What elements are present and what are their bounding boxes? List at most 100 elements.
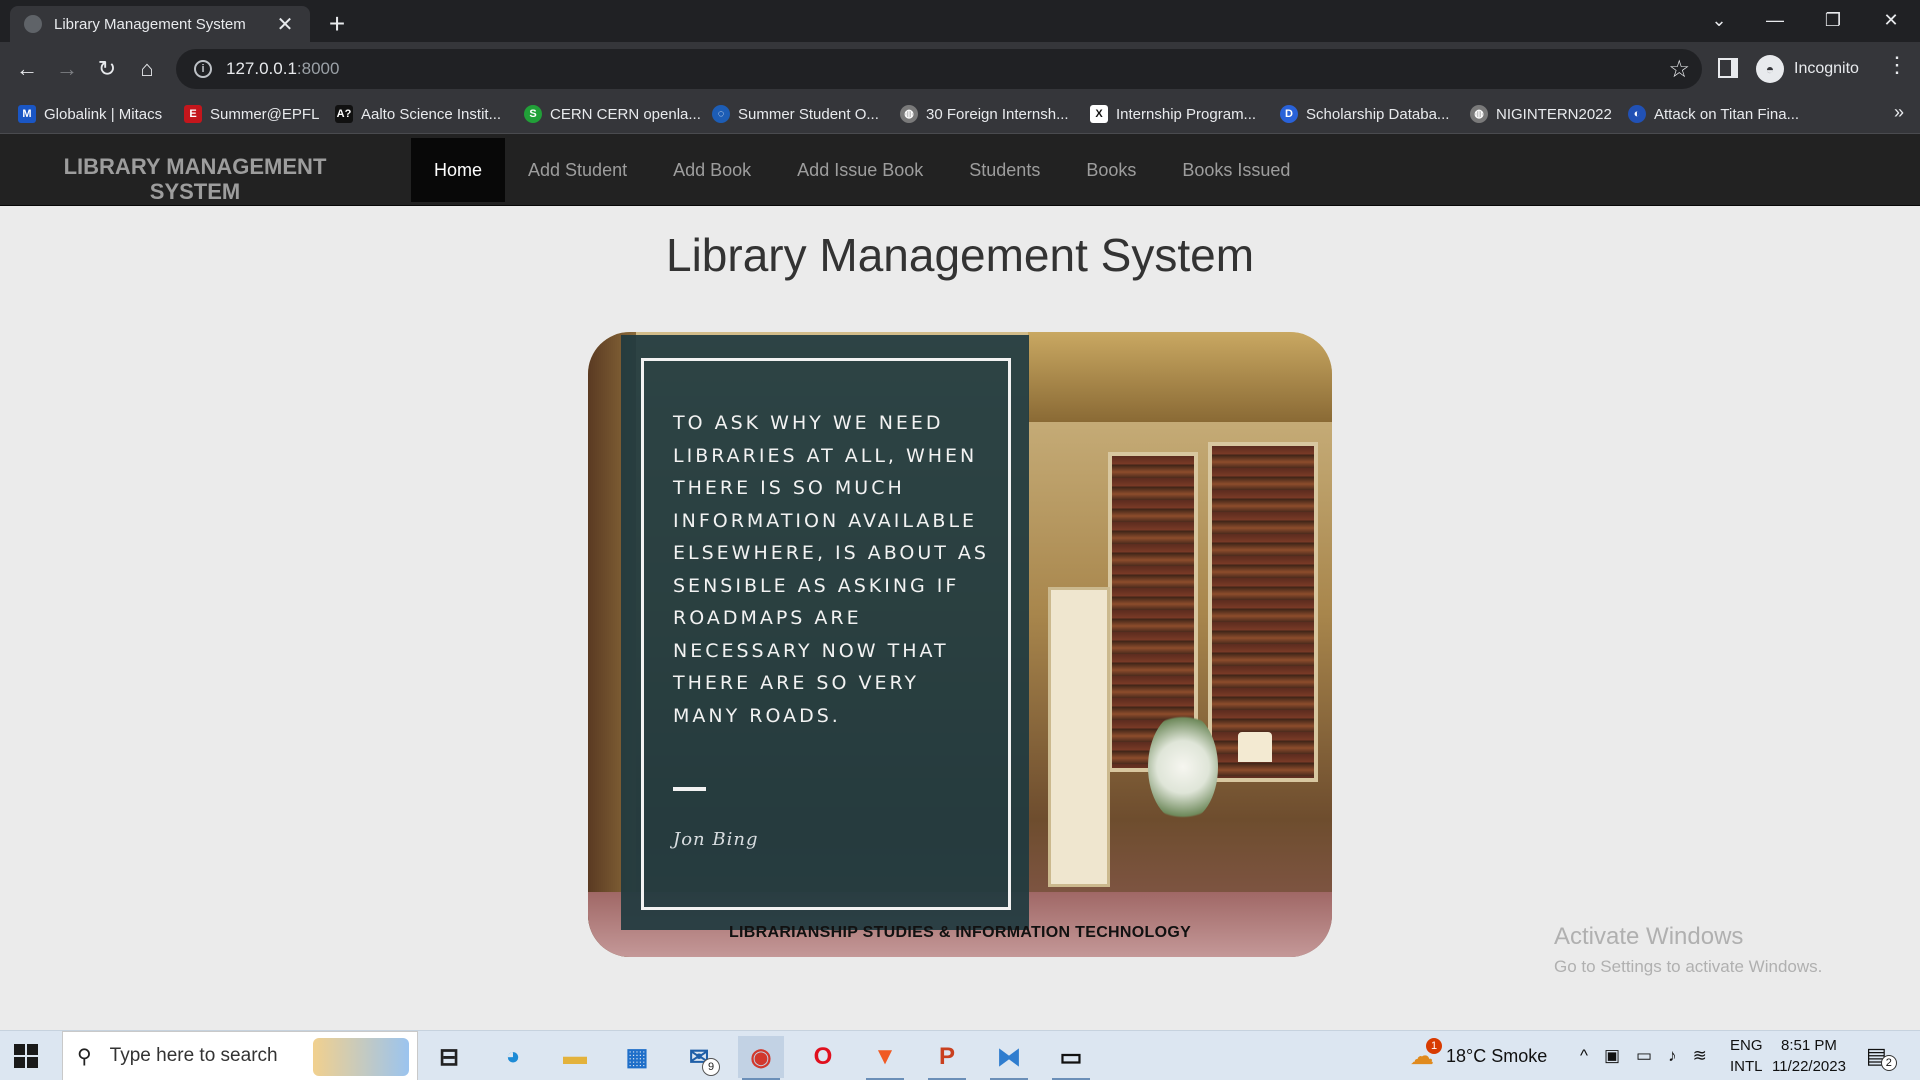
- reload-icon[interactable]: ↻: [90, 52, 124, 86]
- quote-divider: [673, 787, 706, 791]
- lang-bottom: INTL: [1730, 1058, 1763, 1075]
- nav-links: Home Add Student Add Book Add Issue Book…: [411, 138, 1313, 202]
- bookmark-item[interactable]: D Scholarship Databa...: [1280, 96, 1449, 132]
- side-panel-icon[interactable]: [1718, 58, 1738, 78]
- nav-home[interactable]: Home: [411, 138, 506, 202]
- activate-windows-watermark: Activate Windows Go to Settings to activ…: [1554, 923, 1822, 977]
- bookmark-item[interactable]: A? Aalto Science Instit...: [335, 96, 501, 132]
- taskbar-search-box[interactable]: ⚲ Type here to search: [62, 1031, 418, 1080]
- globe-icon: ◍: [900, 105, 918, 123]
- weather-widget[interactable]: ☁ 1 18°C Smoke: [1410, 1031, 1547, 1080]
- mail-icon[interactable]: ✉ 9: [676, 1036, 722, 1078]
- windows-taskbar: ⚲ Type here to search ⊟ ◕ ▬ ▦ ✉ 9 ◉ O ▼ P…: [0, 1030, 1920, 1080]
- watermark-title: Activate Windows: [1554, 923, 1744, 950]
- address-bar[interactable]: i 127.0.0.1 :8000 ☆: [176, 49, 1702, 89]
- clock[interactable]: 8:51 PM 11/22/2023: [1772, 1031, 1846, 1080]
- bookmark-label: Aalto Science Instit...: [361, 105, 502, 123]
- brave-icon[interactable]: ▼: [862, 1036, 908, 1080]
- close-window-button[interactable]: ✕: [1868, 4, 1914, 36]
- microsoft-store-icon[interactable]: ▦: [614, 1036, 660, 1078]
- more-bookmarks-icon[interactable]: »: [1894, 102, 1904, 123]
- task-view-icon[interactable]: ⊟: [426, 1036, 472, 1078]
- globe-icon: ◍: [1470, 105, 1488, 123]
- site-info-icon[interactable]: i: [194, 60, 212, 78]
- weather-icon: ☁ 1: [1410, 1037, 1442, 1071]
- windows-start-icon[interactable]: [14, 1044, 38, 1068]
- meet-now-icon[interactable]: ▣: [1604, 1046, 1620, 1066]
- nav-add-book[interactable]: Add Book: [650, 138, 774, 202]
- back-arrow-icon[interactable]: ←: [10, 52, 44, 86]
- terminal-icon[interactable]: ▭: [1048, 1036, 1094, 1080]
- bookmark-label: NIGINTERN2022: [1496, 105, 1612, 123]
- minimize-button[interactable]: —: [1752, 4, 1798, 36]
- opera-icon[interactable]: O: [800, 1036, 846, 1078]
- close-tab-icon[interactable]: ✕: [274, 12, 296, 37]
- site-navbar: LIBRARY MANAGEMENT SYSTEM Home Add Stude…: [0, 134, 1920, 206]
- nav-add-issue-book[interactable]: Add Issue Book: [774, 138, 946, 202]
- bookmark-item[interactable]: ◍ 30 Foreign Internsh...: [900, 96, 1069, 132]
- image-lamp: [1238, 732, 1272, 762]
- chrome-icon[interactable]: ◉: [738, 1036, 784, 1080]
- home-icon[interactable]: ⌂: [130, 52, 164, 86]
- bookmark-label: Globalink | Mitacs: [44, 105, 163, 123]
- incognito-icon: ◓: [1756, 55, 1784, 83]
- bookmark-item[interactable]: M Globalink | Mitacs: [18, 96, 162, 132]
- edge-icon[interactable]: ◕: [490, 1036, 536, 1078]
- image-bookshelf: [1208, 442, 1318, 782]
- notification-center-icon[interactable]: ▤ 2: [1866, 1031, 1897, 1080]
- web-page: LIBRARY MANAGEMENT SYSTEM Home Add Stude…: [0, 134, 1920, 1030]
- image-ceiling: [1028, 332, 1332, 422]
- url-port: :8000: [296, 59, 340, 78]
- quote-panel: TO ASK WHY WE NEED LIBRARIES AT ALL, WHE…: [621, 335, 1029, 930]
- file-explorer-icon[interactable]: ▬: [552, 1036, 598, 1078]
- battery-icon[interactable]: ▭: [1636, 1046, 1652, 1066]
- aalto-icon: A?: [335, 105, 353, 123]
- bookmark-item[interactable]: X Internship Program...: [1090, 96, 1256, 132]
- bookmark-item[interactable]: ◐ Attack on Titan Fina...: [1628, 96, 1799, 132]
- bookmark-label: Scholarship Databa...: [1306, 105, 1450, 123]
- browser-tab[interactable]: Library Management System ✕: [10, 6, 310, 42]
- profile-label: Incognito: [1794, 60, 1859, 77]
- bookmark-item[interactable]: E Summer@EPFL: [184, 96, 319, 132]
- epfl-icon: E: [184, 105, 202, 123]
- quote-author: Jon Bing: [673, 829, 759, 850]
- volume-icon[interactable]: ♪: [1668, 1046, 1677, 1066]
- more-menu-icon[interactable]: ⋮: [1882, 52, 1912, 78]
- site-brand[interactable]: LIBRARY MANAGEMENT SYSTEM: [40, 154, 350, 204]
- bookmark-star-icon[interactable]: ☆: [1668, 55, 1690, 84]
- nav-books-issued[interactable]: Books Issued: [1159, 138, 1313, 202]
- powerpoint-icon[interactable]: P: [924, 1036, 970, 1080]
- vscode-icon[interactable]: ⧓: [986, 1036, 1032, 1080]
- system-tray: ^ ▣ ▭ ♪ ≋: [1580, 1031, 1707, 1080]
- forward-arrow-icon[interactable]: →: [50, 52, 84, 86]
- bookmark-item[interactable]: ◍ NIGINTERN2022: [1470, 96, 1612, 132]
- nav-books[interactable]: Books: [1063, 138, 1159, 202]
- mail-badge: 9: [702, 1058, 720, 1076]
- nav-students[interactable]: Students: [946, 138, 1063, 202]
- tab-search-icon[interactable]: ⌄: [1696, 4, 1742, 36]
- incognito-profile-button[interactable]: ◓ Incognito: [1756, 50, 1859, 88]
- weather-badge: 1: [1426, 1037, 1442, 1054]
- language-indicator[interactable]: ENG INTL: [1730, 1031, 1763, 1080]
- bookmarks-bar: M Globalink | Mitacs E Summer@EPFL A? Aa…: [0, 96, 1920, 134]
- page-title: Library Management System: [665, 229, 1255, 281]
- library-quote-image: TO ASK WHY WE NEED LIBRARIES AT ALL, WHE…: [588, 332, 1332, 957]
- bookmark-label: Attack on Titan Fina...: [1654, 105, 1800, 123]
- summer-student-icon: ◌: [712, 105, 730, 123]
- x-icon: X: [1090, 105, 1108, 123]
- chevron-up-icon[interactable]: ^: [1580, 1046, 1588, 1066]
- notification-count: 2: [1880, 1055, 1897, 1071]
- quote-text: TO ASK WHY WE NEED LIBRARIES AT ALL, WHE…: [673, 412, 989, 727]
- wifi-icon[interactable]: ≋: [1693, 1046, 1707, 1066]
- bookmark-item[interactable]: S CERN CERN openla...: [524, 96, 701, 132]
- search-placeholder: Type here to search: [109, 1045, 278, 1066]
- search-icon: ⚲: [77, 1045, 92, 1068]
- search-highlight-image: [313, 1038, 409, 1076]
- watermark-subtitle: Go to Settings to activate Windows.: [1554, 957, 1823, 976]
- bookmark-label: CERN CERN openla...: [550, 105, 701, 123]
- restore-button[interactable]: ❐: [1810, 4, 1856, 36]
- new-tab-button[interactable]: +: [322, 8, 352, 40]
- bookmark-item[interactable]: ◌ Summer Student O...: [712, 96, 879, 132]
- bookmark-label: Internship Program...: [1116, 105, 1257, 123]
- nav-add-student[interactable]: Add Student: [505, 138, 650, 202]
